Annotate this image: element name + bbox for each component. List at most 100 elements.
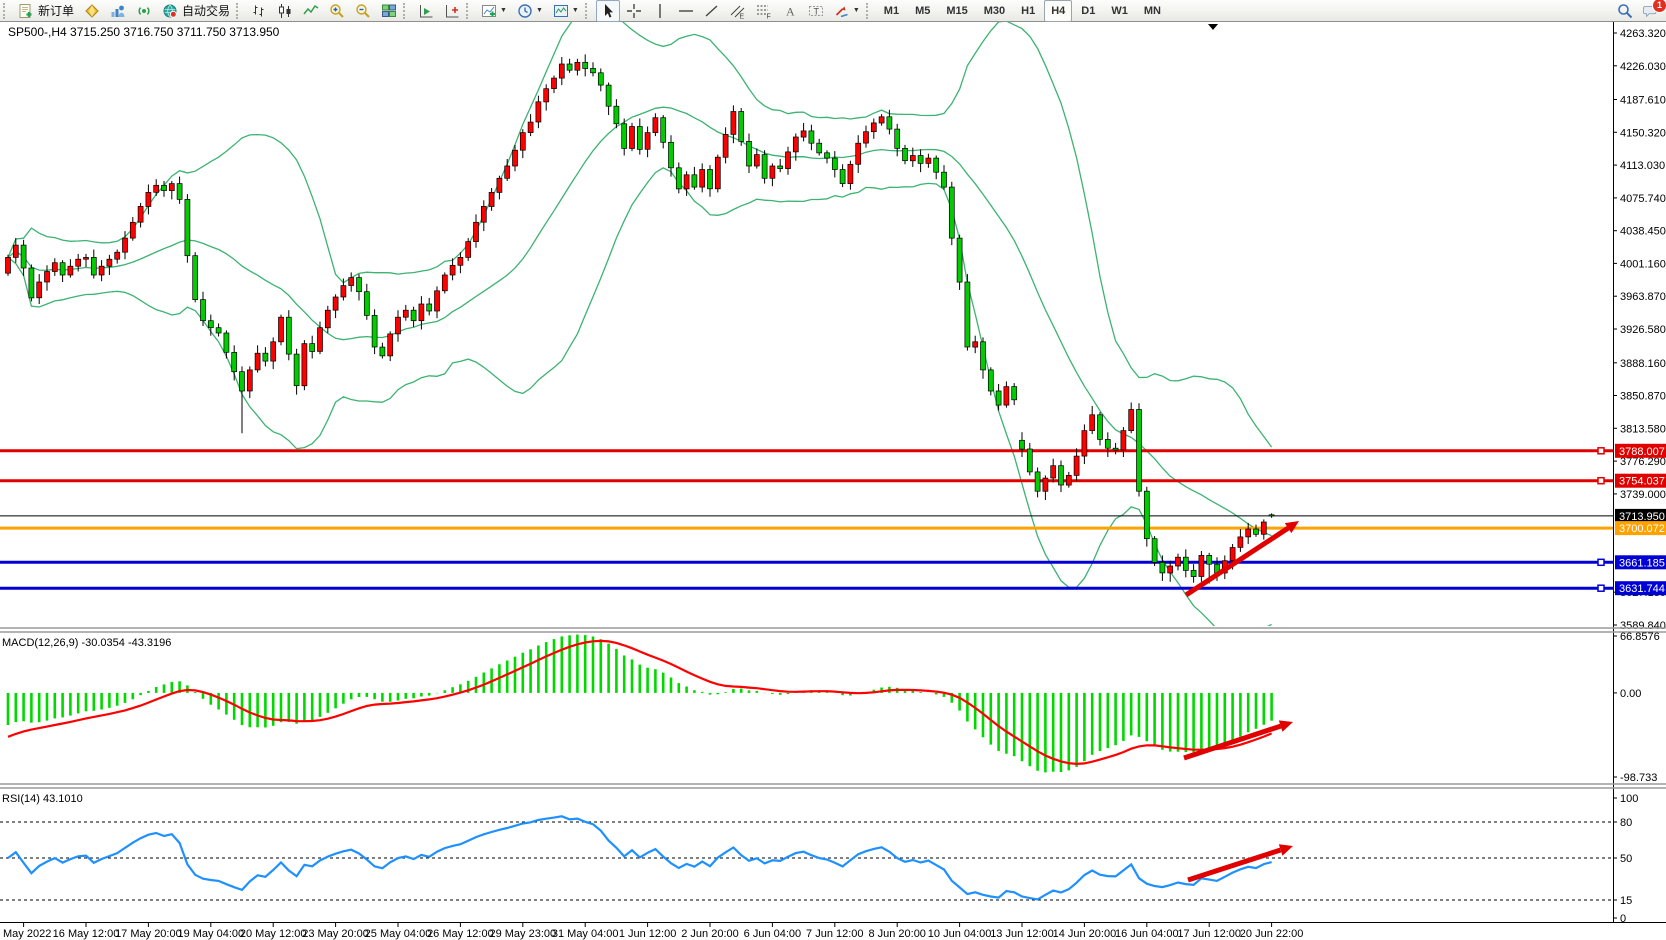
tf-mn-button-label: MN [1144,5,1161,17]
label-icon: T [808,3,824,19]
new-order-button[interactable]: 新订单 [14,0,78,22]
cursor-button[interactable] [596,0,620,22]
svg-text:0: 0 [1620,913,1626,925]
svg-text:26 May 12:00: 26 May 12:00 [427,928,494,940]
history-button[interactable] [80,0,104,22]
indicators-icon [481,3,497,19]
auto-scroll-icon [418,3,434,19]
tf-h1-button-label: H1 [1021,5,1035,17]
level-handle[interactable] [1598,585,1604,591]
svg-text:3888.160: 3888.160 [1620,358,1666,370]
notifications-button[interactable]: 1 [1639,0,1663,22]
svg-text:17 May 20:00: 17 May 20:00 [115,928,182,940]
svg-text:31 May 04:00: 31 May 04:00 [552,928,619,940]
bar-chart-button[interactable] [247,0,271,22]
svg-text:3739.000: 3739.000 [1620,489,1666,501]
trendline-button[interactable] [700,0,724,22]
chart-shift-button[interactable] [440,0,464,22]
periods-icon [517,3,533,19]
svg-text:16 May 12:00: 16 May 12:00 [53,928,120,940]
search-button[interactable] [1613,0,1637,22]
zoom-out-button[interactable] [351,0,375,22]
candlestick-button[interactable] [273,0,297,22]
timeframe-group: M1 M5 M15M30 H1 H4 D1 W1 MN [876,0,1169,22]
tf-m5-button[interactable]: M5 [908,0,937,22]
svg-text:3631.744: 3631.744 [1619,583,1665,595]
tf-h1-button[interactable]: H1 [1014,0,1042,22]
text-button[interactable]: A [778,0,802,22]
svg-text:29 May 23:00: 29 May 23:00 [489,928,556,940]
zoom-in-button[interactable] [325,0,349,22]
svg-text:3700.072: 3700.072 [1619,523,1665,535]
signals-button[interactable] [132,0,156,22]
text-label-button[interactable]: T [804,0,828,22]
horizontal-line-button[interactable] [674,0,698,22]
svg-text:4001.160: 4001.160 [1620,258,1666,270]
zoom-in-icon [329,3,345,19]
line-chart-button[interactable] [299,0,323,22]
tf-m15-button[interactable]: M15 [939,0,974,22]
tf-w1-button-label: W1 [1111,5,1128,17]
dropdown-caret-icon: ▼ [500,7,507,14]
toolbar-right-group: 1 [1612,0,1664,22]
dropdown-caret-icon: ▼ [572,7,579,14]
equidistant-channel-button[interactable]: E [726,0,750,22]
level-handle[interactable] [1598,478,1604,484]
svg-text:4038.450: 4038.450 [1620,226,1666,238]
svg-text:25 May 04:00: 25 May 04:00 [365,928,432,940]
svg-text:14 Jun 20:00: 14 Jun 20:00 [1053,928,1117,940]
new-order-icon [18,3,34,19]
fibo-icon: F [756,3,772,19]
svg-text:16 Jun 04:00: 16 Jun 04:00 [1115,928,1179,940]
signal-icon [136,3,152,19]
templates-button[interactable]: ▼ [549,0,583,22]
svg-text:0.00: 0.00 [1620,688,1641,700]
chart-canvas[interactable]: SP500-,H4 3715.250 3716.750 3711.750 371… [0,22,1666,940]
scroll-group [413,0,465,22]
tile-windows-icon [381,3,397,19]
svg-text:3754.037: 3754.037 [1619,476,1665,488]
autotrading-button[interactable]: 自动交易 [158,0,234,22]
tf-h4-button[interactable]: H4 [1044,0,1072,22]
trade-group: 新订单 自动交易 [13,0,235,22]
auto-scroll-button[interactable] [414,0,438,22]
svg-text:3850.870: 3850.870 [1620,391,1666,403]
macd-label: MACD(12,26,9) -30.0354 -43.3196 [2,637,171,649]
tf-mn-button[interactable]: MN [1137,0,1168,22]
crosshair-button[interactable] [622,0,646,22]
svg-text:7 Jun 12:00: 7 Jun 12:00 [806,928,864,940]
chart-shift-icon [444,3,460,19]
level-handle[interactable] [1598,448,1604,454]
svg-text:19 May 04:00: 19 May 04:00 [177,928,244,940]
tf-m1-button[interactable]: M1 [877,0,906,22]
svg-text:4226.030: 4226.030 [1620,61,1666,73]
svg-text:4113.030: 4113.030 [1620,160,1665,172]
svg-text:6 Jun 04:00: 6 Jun 04:00 [744,928,802,940]
arrows-button[interactable]: ▼ [830,0,864,22]
svg-text:May 2022: May 2022 [3,928,51,940]
svg-text:1 Jun 12:00: 1 Jun 12:00 [619,928,677,940]
tf-d1-button[interactable]: D1 [1074,0,1102,22]
svg-text:80: 80 [1620,817,1632,829]
dropdown-caret-icon: ▼ [536,7,543,14]
fibonacci-button[interactable]: F [752,0,776,22]
tf-h4-button-label: H4 [1051,5,1065,17]
tf-m30-button[interactable]: M30 [977,0,1012,22]
svg-text:20 Jun 22:00: 20 Jun 22:00 [1240,928,1304,940]
templates-icon [553,3,569,19]
chart-type-group [246,0,402,22]
svg-text:4150.320: 4150.320 [1620,127,1666,139]
tf-w1-button[interactable]: W1 [1104,0,1135,22]
autotrading-button-label: 自动交易 [182,2,230,19]
svg-text:3661.185: 3661.185 [1619,557,1665,569]
indicators-button[interactable]: ▼ [477,0,511,22]
toolbar-gripper [866,3,873,19]
tf-m5-button-label: M5 [915,5,930,17]
cursor-icon [600,3,616,19]
periods-button[interactable]: ▼ [513,0,547,22]
level-handle[interactable] [1598,559,1604,565]
tile-windows-button[interactable] [377,0,401,22]
market-watch-button[interactable] [106,0,130,22]
svg-text:3776.290: 3776.290 [1620,456,1666,468]
vertical-line-button[interactable] [648,0,672,22]
